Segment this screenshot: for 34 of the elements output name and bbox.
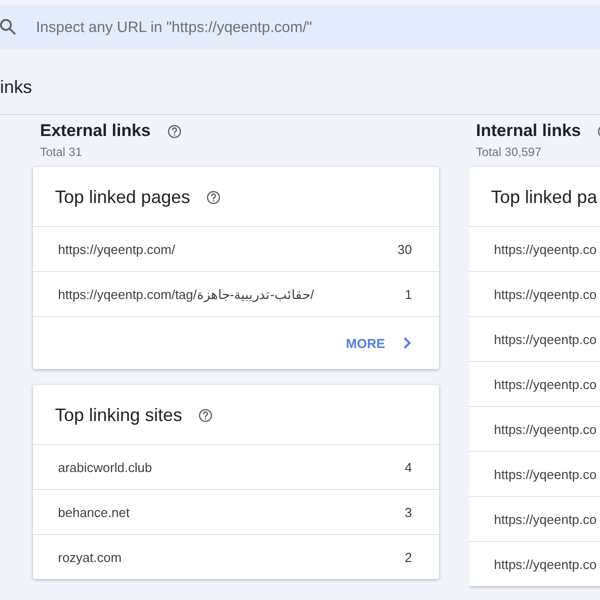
total-count: Total 31 <box>40 145 82 159</box>
link-url[interactable]: behance.net <box>58 504 130 520</box>
section-title: External links <box>40 121 151 141</box>
help-icon[interactable] <box>198 408 214 422</box>
link-count: 4 <box>404 460 412 474</box>
card-title: Top linked pages <box>55 186 190 209</box>
link-url[interactable]: https://yqeentp.co <box>494 512 597 526</box>
link-url[interactable]: https://yqeentp.co <box>494 376 597 392</box>
link-count: 3 <box>404 504 412 520</box>
link-url[interactable]: https://yqeentp.co <box>494 286 597 302</box>
link-url[interactable]: https://yqeentp.co <box>494 242 597 256</box>
link-url[interactable]: rozyat.com <box>58 550 122 564</box>
link-url[interactable]: arabicworld.club <box>58 460 152 474</box>
link-url[interactable]: https://yqeentp.co <box>494 422 597 436</box>
search-field[interactable]: Inspect any URL in "https://yqeentp.com/" <box>0 5 600 49</box>
link-url[interactable]: https://yqeentp.co <box>494 466 597 482</box>
help-icon[interactable] <box>166 124 182 138</box>
chevron-right-icon <box>403 337 411 349</box>
card-title: Top linked pa <box>491 186 598 209</box>
link-url[interactable]: https://yqeentp.co <box>494 556 597 572</box>
link-count: 1 <box>404 286 412 302</box>
more-button[interactable]: MORE <box>344 332 413 354</box>
search-input[interactable]: Inspect any URL in "https://yqeentp.com/" <box>34 18 538 36</box>
link-count: 2 <box>404 550 412 564</box>
link-url[interactable]: https://yqeentp.com/tag/حقائب-تدريبية-جاهزة/ <box>58 286 314 302</box>
link-url[interactable]: https://yqeentp.co <box>494 332 597 346</box>
section-title: Internal links <box>476 121 581 141</box>
link-count: 30 <box>398 242 412 256</box>
card-title: Top linking sites <box>55 404 182 427</box>
page-title: inks <box>0 76 32 99</box>
total-count: Total 30,597 <box>476 145 542 159</box>
help-icon[interactable] <box>206 190 222 204</box>
search-icon[interactable] <box>0 17 18 37</box>
link-url[interactable]: https://yqeentp.com/ <box>58 242 176 256</box>
